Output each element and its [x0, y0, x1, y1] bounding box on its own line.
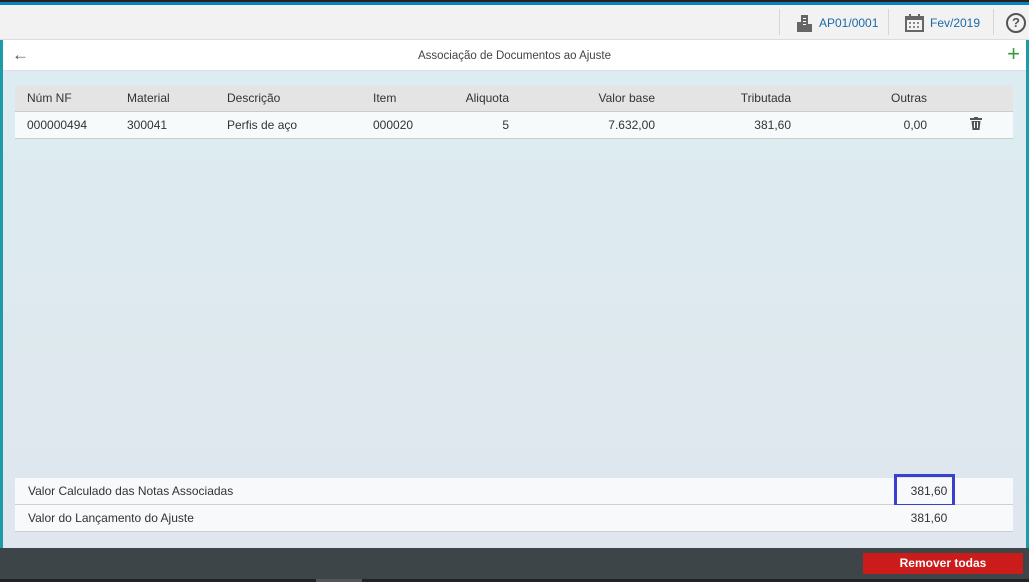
remove-all-button[interactable]: Remover todas — [863, 553, 1023, 574]
table-row: 000000494 300041 Perfis de aço 000020 5 … — [15, 110, 1013, 139]
col-outras: Outras — [803, 85, 939, 111]
col-material: Material — [115, 85, 215, 111]
cell-item: 000020 — [361, 110, 441, 139]
summary-label: Valor do Lançamento do Ajuste — [28, 511, 194, 525]
delete-row-button[interactable] — [939, 110, 1013, 139]
cell-outras: 0,00 — [803, 110, 939, 139]
trash-icon — [970, 116, 982, 130]
col-aliquota: Aliquota — [441, 85, 521, 111]
table-header: Núm NF Material Descrição Item Aliquota … — [15, 85, 1013, 111]
documents-table: Núm NF Material Descrição Item Aliquota … — [15, 85, 1013, 139]
separator — [888, 9, 889, 35]
cell-valor-base: 7.632,00 — [521, 110, 667, 139]
footer-toolbar: Remover todas — [0, 548, 1029, 579]
col-valor-base: Valor base — [521, 85, 667, 111]
col-actions — [939, 85, 1013, 111]
period-label: Fev/2019 — [930, 15, 981, 30]
col-tributada: Tributada — [667, 85, 803, 111]
company-selector[interactable]: AP01/0001 — [795, 5, 878, 40]
col-item: Item — [361, 85, 441, 111]
building-icon — [797, 14, 812, 32]
main-panel: ← Associação de Documentos ao Ajuste + N… — [0, 40, 1029, 548]
page-title: Associação de Documentos ao Ajuste — [417, 50, 612, 62]
cell-descricao: Perfis de aço — [215, 110, 361, 139]
col-descricao: Descrição — [215, 85, 361, 111]
cell-num-nf: 000000494 — [15, 110, 115, 139]
cell-aliquota: 5 — [441, 110, 521, 139]
period-selector[interactable]: Fev/2019 — [905, 5, 980, 40]
cell-tributada: 381,60 — [667, 110, 803, 139]
col-num-nf: Núm NF — [15, 85, 115, 111]
add-icon[interactable]: + — [1007, 41, 1020, 67]
summary-value: 381,60 — [910, 484, 948, 498]
separator — [993, 9, 994, 35]
shell-bar: AP01/0001 Fev/2019 ? — [0, 5, 1029, 40]
help-icon[interactable]: ? — [1006, 13, 1026, 33]
separator — [779, 9, 780, 35]
summary-label: Valor Calculado das Notas Associadas — [28, 484, 234, 498]
page-header: ← Associação de Documentos ao Ajuste + — [3, 40, 1026, 71]
summary-row-calculated: Valor Calculado das Notas Associadas 381… — [15, 474, 1013, 507]
cell-material: 300041 — [115, 110, 215, 139]
company-label: AP01/0001 — [819, 15, 879, 30]
summary-row-adjustment: Valor do Lançamento do Ajuste 381,60 — [15, 505, 1013, 532]
calendar-icon — [905, 13, 924, 32]
summary-value: 381,60 — [910, 511, 948, 525]
